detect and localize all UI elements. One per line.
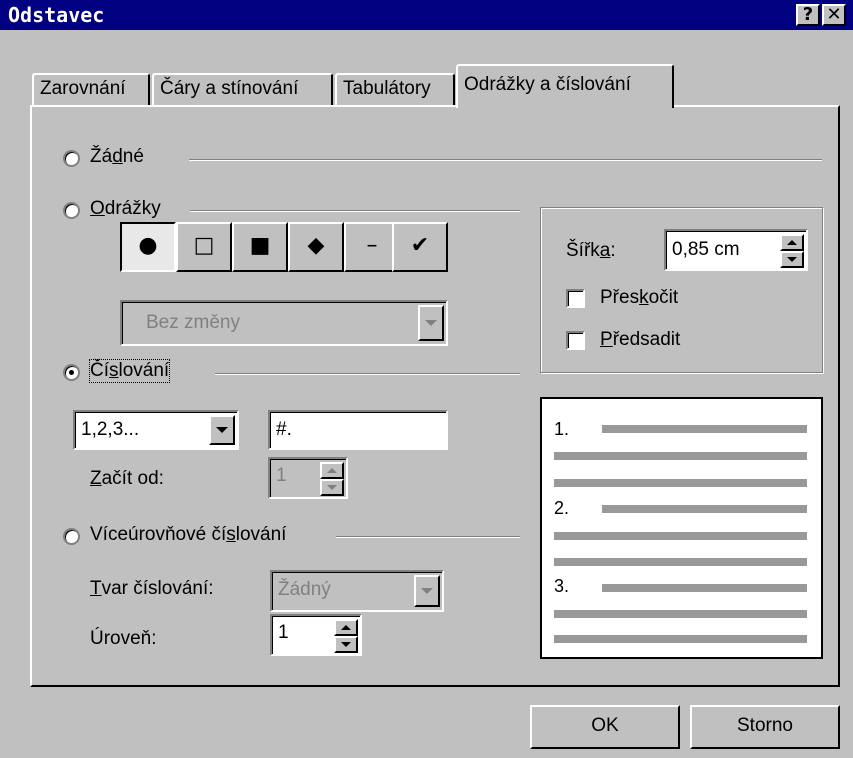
title-bar[interactable]: Odstavec ? ✕: [0, 0, 853, 30]
numbering-shape-value: Žádný: [278, 579, 331, 600]
chevron-down-icon: [421, 588, 433, 594]
tab-label: Odrážky a číslování: [464, 74, 631, 95]
radio-multilevel[interactable]: [63, 528, 80, 545]
spin-up-button[interactable]: [334, 619, 358, 636]
chevron-down-icon: [425, 320, 437, 326]
dropdown-button[interactable]: [414, 575, 440, 607]
preview-line: [554, 635, 807, 643]
radio-bullets[interactable]: [63, 202, 80, 219]
arrow-up-icon: [787, 240, 797, 245]
preview-line: [602, 584, 807, 592]
spin-up-button[interactable]: [320, 462, 344, 479]
preview-line: [602, 425, 807, 433]
spin-up-button[interactable]: [780, 234, 804, 251]
radio-none-label[interactable]: Žádné: [90, 146, 144, 168]
skip-checkbox[interactable]: [566, 289, 585, 308]
group-line: [336, 536, 520, 538]
level-stepper[interactable]: 1: [270, 614, 362, 656]
arrow-up-icon: [327, 468, 337, 473]
bullet-hollow-square-button[interactable]: □: [176, 222, 232, 272]
spin-down-button[interactable]: [780, 251, 804, 268]
bullet-checkmark-button[interactable]: ✔: [392, 222, 448, 272]
hanging-checkbox[interactable]: [566, 331, 585, 350]
numbering-format-select[interactable]: 1,2,3...: [73, 410, 239, 450]
bullet-change-select[interactable]: Bez změny: [120, 300, 448, 346]
bullet-filled-circle-button[interactable]: ●: [120, 222, 176, 272]
tab-label: Čáry a stínování: [160, 78, 299, 99]
width-stepper[interactable]: 0,85 cm: [664, 229, 808, 271]
spin-down-button[interactable]: [320, 479, 344, 496]
spin-down-button[interactable]: [334, 636, 358, 653]
preview-line: [602, 505, 807, 513]
preview-number: 1.: [554, 419, 570, 439]
width-value: 0,85 cm: [672, 239, 740, 260]
radio-numbering[interactable]: [63, 364, 80, 381]
preview-line: [554, 479, 807, 487]
arrow-down-icon: [341, 642, 351, 647]
preview-box: 1. 2. 3.: [540, 397, 823, 659]
group-line: [189, 159, 822, 161]
hanging-label[interactable]: Předsadit: [600, 329, 680, 351]
group-line: [190, 210, 520, 212]
preview-line: [554, 558, 807, 566]
cancel-button[interactable]: Storno: [690, 705, 840, 749]
preview-number: 2.: [554, 498, 570, 518]
dropdown-button[interactable]: [209, 415, 235, 445]
number-text-field[interactable]: #.: [268, 410, 448, 450]
preview-line: [554, 532, 807, 540]
preview-line: [554, 610, 807, 618]
tab-odrazky-a-cislovani[interactable]: Odrážky a číslování: [456, 64, 674, 108]
arrow-up-icon: [341, 625, 351, 630]
tab-tabulatory[interactable]: Tabulátory: [335, 73, 455, 107]
close-icon: ✕: [826, 4, 842, 25]
start-from-label: Začít od:: [90, 468, 164, 489]
group-line: [215, 373, 520, 375]
ok-button[interactable]: OK: [530, 705, 680, 749]
arrow-down-icon: [787, 257, 797, 262]
window-title: Odstavec: [8, 3, 105, 27]
number-text-value: #.: [276, 419, 292, 440]
chevron-down-icon: [216, 427, 228, 433]
radio-bullets-label[interactable]: Odrážky: [90, 198, 161, 220]
radio-none[interactable]: [63, 150, 80, 167]
help-icon: ?: [802, 4, 814, 25]
numbering-shape-label: Tvar číslování:: [90, 578, 214, 599]
tab-cary-a-stinovani[interactable]: Čáry a stínování: [152, 73, 333, 107]
bullet-change-value: Bez změny: [146, 312, 240, 333]
bullet-diamond-button[interactable]: ◆: [288, 222, 344, 272]
level-value: 1: [278, 622, 289, 643]
dropdown-button[interactable]: [418, 305, 444, 341]
skip-label[interactable]: Přeskočit: [600, 287, 678, 309]
close-button[interactable]: ✕: [822, 4, 846, 26]
preview-line: [554, 452, 807, 460]
start-from-value: 1: [276, 465, 287, 486]
tab-zarovnani[interactable]: Zarovnání: [32, 73, 150, 107]
radio-numbering-label[interactable]: Číslování: [88, 359, 171, 383]
bullet-filled-square-button[interactable]: ■: [232, 222, 288, 272]
tab-label: Zarovnání: [40, 78, 126, 99]
radio-multilevel-label[interactable]: Víceúrovňové číslování: [90, 524, 286, 546]
numbering-shape-select[interactable]: Žádný: [270, 570, 444, 612]
help-button[interactable]: ?: [796, 4, 820, 26]
start-from-stepper[interactable]: 1: [268, 457, 348, 499]
arrow-down-icon: [327, 485, 337, 490]
level-label: Úroveň:: [90, 628, 157, 649]
numbering-format-value: 1,2,3...: [81, 419, 140, 440]
tab-label: Tabulátory: [343, 78, 431, 99]
preview-number: 3.: [554, 576, 570, 596]
width-label: Šířka:: [566, 240, 616, 261]
